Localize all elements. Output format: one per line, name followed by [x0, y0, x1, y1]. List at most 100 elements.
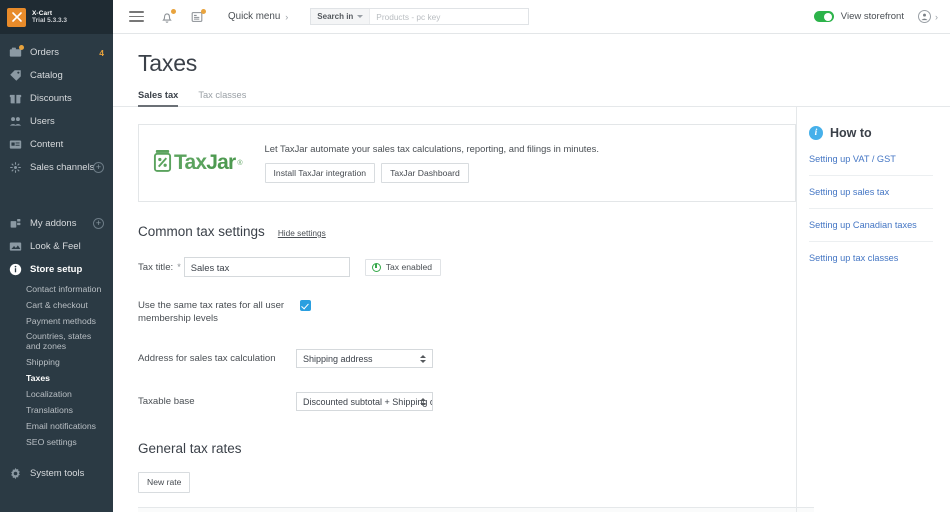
sidebar-item-store-setup[interactable]: Store setup — [0, 258, 113, 281]
gear-icon — [9, 467, 22, 480]
sidebar: X-Cart Trial 5.3.3.3 Orders 4 — [0, 0, 113, 512]
quick-menu-label: Quick menu — [228, 11, 280, 22]
info-icon — [9, 263, 22, 276]
common-tax-settings-header: Common tax settings Hide settings — [138, 224, 796, 239]
sidebar-item-my-addons[interactable]: My addons + — [0, 212, 113, 235]
tab-tax-classes[interactable]: Tax classes — [198, 90, 246, 106]
how-to-link-sales-tax[interactable]: Setting up sales tax — [809, 187, 933, 209]
hide-settings-link[interactable]: Hide settings — [278, 228, 326, 238]
how-to-header: i How to — [809, 126, 950, 140]
sidebar-item-translations[interactable]: Translations — [0, 402, 113, 418]
view-storefront-toggle[interactable] — [814, 11, 834, 22]
sidebar-item-cart-and-checkout[interactable]: Cart & checkout — [0, 297, 113, 313]
how-to-panel: i How to Setting up VAT / GST Setting up… — [796, 106, 950, 512]
same-rates-label: Use the same tax rates for all user memb… — [138, 299, 293, 325]
how-to-link-vat-gst[interactable]: Setting up VAT / GST — [809, 154, 933, 176]
install-taxjar-integration-button[interactable]: Install TaxJar integration — [265, 163, 376, 184]
sidebar-item-taxes[interactable]: Taxes — [0, 370, 113, 386]
main-column: TaxJar ® Let TaxJar automate your sales … — [113, 107, 796, 512]
promo-body: Let TaxJar automate your sales tax calcu… — [265, 143, 599, 184]
taxable-base-label: Taxable base — [138, 396, 296, 407]
news-notification-dot — [201, 9, 206, 14]
taxjar-jar-icon — [153, 149, 172, 177]
search-input[interactable] — [370, 9, 528, 24]
required-marker: * — [177, 262, 181, 272]
address-calculation-row: Address for sales tax calculation Shippi… — [138, 349, 796, 368]
tax-enabled-label: Tax enabled — [386, 262, 432, 272]
chevron-right-icon: › — [285, 12, 288, 22]
taxable-base-row: Taxable base Discounted subtotal + Shipp… — [138, 392, 796, 411]
quick-menu-button[interactable]: Quick menu › — [228, 11, 288, 22]
info-icon: i — [809, 126, 823, 140]
sidebar-item-shipping[interactable]: Shipping — [0, 354, 113, 370]
spinner-arrows-icon — [420, 398, 426, 406]
sidebar-item-seo-settings[interactable]: SEO settings — [0, 434, 113, 450]
bell-icon[interactable] — [160, 10, 174, 24]
sidebar-item-label: System tools — [30, 468, 84, 479]
gift-icon — [9, 92, 22, 105]
sidebar-item-contact-information[interactable]: Contact information — [0, 281, 113, 297]
tax-title-input[interactable] — [184, 257, 350, 277]
sidebar-item-label: Look & Feel — [30, 241, 81, 252]
same-rates-row: Use the same tax rates for all user memb… — [138, 299, 796, 325]
tax-rates-table: Zone Manage zones Tax class Rate, (%) — [138, 507, 814, 512]
page-content: Taxes Sales tax Tax classes — [113, 34, 950, 512]
sidebar-item-label: Sales channels — [30, 162, 94, 173]
sidebar-item-users[interactable]: Users — [0, 110, 113, 133]
taxable-base-select[interactable]: Discounted subtotal + Shipping co: — [296, 392, 433, 411]
address-calculation-select[interactable]: Shipping address — [296, 349, 433, 368]
brand-header[interactable]: X-Cart Trial 5.3.3.3 — [0, 0, 113, 34]
sidebar-item-label: Orders — [30, 47, 59, 58]
sidebar-item-orders[interactable]: Orders 4 — [0, 41, 113, 64]
how-to-link-tax-classes[interactable]: Setting up tax classes — [809, 253, 933, 274]
app-root: X-Cart Trial 5.3.3.3 Orders 4 — [0, 0, 950, 512]
orders-count-badge: 4 — [99, 48, 104, 58]
account-menu-button[interactable]: › — [918, 10, 938, 23]
sidebar-spacer — [0, 179, 113, 212]
sidebar-item-discounts[interactable]: Discounts — [0, 87, 113, 110]
sidebar-item-system-tools[interactable]: System tools — [0, 462, 113, 485]
sidebar-item-localization[interactable]: Localization — [0, 386, 113, 402]
search-bar: Search in — [310, 8, 529, 25]
how-to-link-canadian-taxes[interactable]: Setting up Canadian taxes — [809, 220, 933, 242]
sidebar-item-payment-methods[interactable]: Payment methods — [0, 313, 113, 329]
brand-version: Trial 5.3.3.3 — [32, 17, 67, 24]
search-scope-label: Search in — [317, 12, 353, 21]
add-addon-button[interactable]: + — [93, 218, 104, 229]
page-title: Taxes — [113, 50, 950, 77]
new-rate-button[interactable]: New rate — [138, 472, 190, 493]
hamburger-icon[interactable] — [129, 8, 144, 25]
search-scope-dropdown[interactable]: Search in — [311, 9, 370, 24]
taxjar-promo-panel: TaxJar ® Let TaxJar automate your sales … — [138, 124, 796, 202]
sidebar-item-sales-channels[interactable]: Sales channels + — [0, 156, 113, 179]
add-sales-channel-button[interactable]: + — [93, 162, 104, 173]
how-to-links: Setting up VAT / GST Setting up sales ta… — [809, 154, 933, 274]
taxjar-dashboard-button[interactable]: TaxJar Dashboard — [381, 163, 469, 184]
sidebar-item-label: Catalog — [30, 70, 63, 81]
same-rates-checkbox[interactable] — [300, 300, 311, 311]
spinner-arrows-icon — [420, 355, 426, 363]
tax-title-label: Tax title: — [138, 262, 173, 273]
address-calculation-label: Address for sales tax calculation — [138, 353, 296, 364]
topbar-right: View storefront › — [814, 10, 938, 23]
news-icon[interactable] — [190, 10, 204, 24]
view-storefront-label[interactable]: View storefront — [841, 11, 904, 22]
section-title: Common tax settings — [138, 224, 265, 239]
sidebar-item-email-notifications[interactable]: Email notifications — [0, 418, 113, 434]
page-tabs: Sales tax Tax classes — [113, 90, 950, 107]
tax-title-row: Tax title: * Tax enabled — [138, 257, 796, 277]
tab-sales-tax[interactable]: Sales tax — [138, 90, 178, 106]
sidebar-item-content[interactable]: Content — [0, 133, 113, 156]
selected-value: Discounted subtotal + Shipping co: — [303, 397, 433, 407]
promo-buttons: Install TaxJar integration TaxJar Dashbo… — [265, 163, 599, 184]
sidebar-nav-primary: Orders 4 Catalog — [0, 34, 113, 485]
topbar: Quick menu › Search in View storefront — [113, 0, 950, 34]
sidebar-item-look-and-feel[interactable]: Look & Feel — [0, 235, 113, 258]
general-rates-title: General tax rates — [138, 441, 796, 456]
selected-value: Shipping address — [303, 354, 373, 364]
sidebar-item-countries-states-zones[interactable]: Countries, states and zones — [0, 329, 100, 354]
addons-icon — [9, 217, 22, 230]
sidebar-item-catalog[interactable]: Catalog — [0, 64, 113, 87]
taxjar-wordmark: TaxJar — [174, 151, 235, 175]
body-columns: TaxJar ® Let TaxJar automate your sales … — [113, 107, 950, 512]
